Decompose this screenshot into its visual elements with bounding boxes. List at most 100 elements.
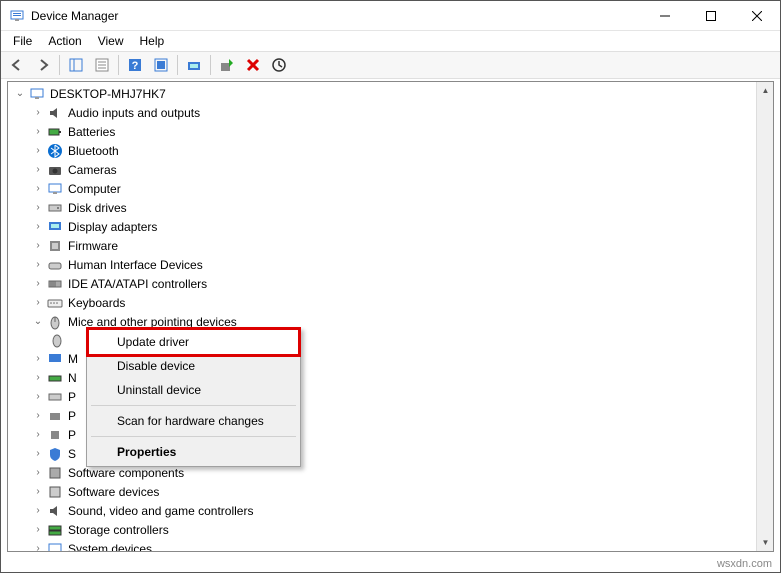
- tree-item-storage[interactable]: ›Storage controllers: [8, 520, 773, 539]
- mouse-icon: [48, 332, 66, 348]
- expand-icon[interactable]: ›: [30, 427, 46, 443]
- close-button[interactable]: [734, 1, 780, 31]
- tree-item-ide[interactable]: ›IDE ATA/ATAPI controllers: [8, 274, 773, 293]
- computer-icon: [46, 181, 64, 197]
- expand-icon[interactable]: ›: [30, 124, 46, 140]
- expand-icon[interactable]: ›: [30, 370, 46, 386]
- processor-icon: [46, 427, 64, 443]
- separator: [91, 436, 296, 437]
- tree-item-firmware[interactable]: ›Firmware: [8, 236, 773, 255]
- expand-icon[interactable]: ›: [30, 257, 46, 273]
- tree-item-batteries[interactable]: ›Batteries: [8, 122, 773, 141]
- software-icon: [46, 484, 64, 500]
- action-button[interactable]: [149, 53, 173, 77]
- back-button[interactable]: [5, 53, 29, 77]
- expand-icon[interactable]: ›: [30, 162, 46, 178]
- expand-icon[interactable]: ›: [30, 219, 46, 235]
- tree-item-system[interactable]: ›System devices: [8, 539, 773, 552]
- network-icon: [46, 370, 64, 386]
- expand-icon[interactable]: ›: [30, 238, 46, 254]
- tree-item-display[interactable]: ›Display adapters: [8, 217, 773, 236]
- tree-item-audio[interactable]: ›Audio inputs and outputs: [8, 103, 773, 122]
- tree-item-computer[interactable]: ›Computer: [8, 179, 773, 198]
- computer-icon: [28, 86, 46, 102]
- scan-hardware-button[interactable]: [182, 53, 206, 77]
- storage-icon: [46, 522, 64, 538]
- system-icon: [46, 541, 64, 553]
- collapse-icon[interactable]: ⌄: [30, 314, 46, 330]
- menu-help[interactable]: Help: [132, 32, 173, 50]
- maximize-button[interactable]: [688, 1, 734, 31]
- minimize-button[interactable]: [642, 1, 688, 31]
- menubar: File Action View Help: [1, 31, 780, 51]
- toolbar: ?: [1, 51, 780, 79]
- expand-icon[interactable]: ›: [30, 295, 46, 311]
- expand-icon[interactable]: ›: [30, 465, 46, 481]
- menu-uninstall-device[interactable]: Uninstall device: [89, 378, 298, 402]
- tree-root-label: DESKTOP-MHJ7HK7: [48, 86, 168, 102]
- expand-icon[interactable]: ›: [30, 276, 46, 292]
- show-hide-tree-button[interactable]: [64, 53, 88, 77]
- expand-icon[interactable]: ›: [30, 105, 46, 121]
- menu-disable-device[interactable]: Disable device: [89, 354, 298, 378]
- separator: [59, 55, 60, 75]
- keyboard-icon: [46, 295, 64, 311]
- device-tree: ⌄ DESKTOP-MHJ7HK7 ›Audio inputs and outp…: [7, 81, 774, 552]
- expand-icon[interactable]: ›: [30, 389, 46, 405]
- scrollbar[interactable]: ▲ ▼: [756, 82, 773, 551]
- scroll-up-button[interactable]: ▲: [757, 82, 774, 99]
- expand-icon[interactable]: ›: [30, 351, 46, 367]
- separator: [210, 55, 211, 75]
- menu-properties[interactable]: Properties: [89, 440, 298, 464]
- enable-button[interactable]: [267, 53, 291, 77]
- display-icon: [46, 219, 64, 235]
- tree-item-sound[interactable]: ›Sound, video and game controllers: [8, 501, 773, 520]
- tree-item-cameras[interactable]: ›Cameras: [8, 160, 773, 179]
- monitor-icon: [46, 351, 64, 367]
- tree-item-hid[interactable]: ›Human Interface Devices: [8, 255, 773, 274]
- expand-icon[interactable]: ›: [30, 200, 46, 216]
- bluetooth-icon: [46, 143, 64, 159]
- menu-view[interactable]: View: [90, 32, 132, 50]
- forward-button[interactable]: [31, 53, 55, 77]
- update-driver-button[interactable]: [215, 53, 239, 77]
- ide-icon: [46, 276, 64, 292]
- audio-icon: [46, 105, 64, 121]
- expand-icon[interactable]: ›: [30, 503, 46, 519]
- expand-icon[interactable]: ›: [30, 408, 46, 424]
- separator: [118, 55, 119, 75]
- svg-text:?: ?: [132, 60, 139, 72]
- watermark: wsxdn.com: [717, 558, 772, 570]
- tree-item-keyboards[interactable]: ›Keyboards: [8, 293, 773, 312]
- tree-root[interactable]: ⌄ DESKTOP-MHJ7HK7: [8, 84, 773, 103]
- port-icon: [46, 389, 64, 405]
- camera-icon: [46, 162, 64, 178]
- window-title: Device Manager: [31, 9, 642, 23]
- help-button[interactable]: ?: [123, 53, 147, 77]
- context-menu: Update driver Disable device Uninstall d…: [86, 327, 301, 467]
- separator: [177, 55, 178, 75]
- tree-item-disk-drives[interactable]: ›Disk drives: [8, 198, 773, 217]
- uninstall-button[interactable]: [241, 53, 265, 77]
- mouse-icon: [46, 314, 64, 330]
- menu-action[interactable]: Action: [40, 32, 89, 50]
- expand-icon[interactable]: ›: [30, 484, 46, 500]
- collapse-icon[interactable]: ⌄: [12, 86, 28, 102]
- component-icon: [46, 465, 64, 481]
- expand-icon[interactable]: ›: [30, 541, 46, 553]
- scroll-down-button[interactable]: ▼: [757, 534, 774, 551]
- disk-icon: [46, 200, 64, 216]
- hid-icon: [46, 257, 64, 273]
- menu-file[interactable]: File: [5, 32, 40, 50]
- expand-icon[interactable]: ›: [30, 181, 46, 197]
- expand-icon[interactable]: ›: [30, 522, 46, 538]
- expand-icon[interactable]: ›: [30, 446, 46, 462]
- menu-update-driver[interactable]: Update driver: [89, 330, 298, 354]
- firmware-icon: [46, 238, 64, 254]
- menu-scan-hardware[interactable]: Scan for hardware changes: [89, 409, 298, 433]
- tree-item-bluetooth[interactable]: ›Bluetooth: [8, 141, 773, 160]
- sound-icon: [46, 503, 64, 519]
- properties-button[interactable]: [90, 53, 114, 77]
- tree-item-software-dev[interactable]: ›Software devices: [8, 482, 773, 501]
- expand-icon[interactable]: ›: [30, 143, 46, 159]
